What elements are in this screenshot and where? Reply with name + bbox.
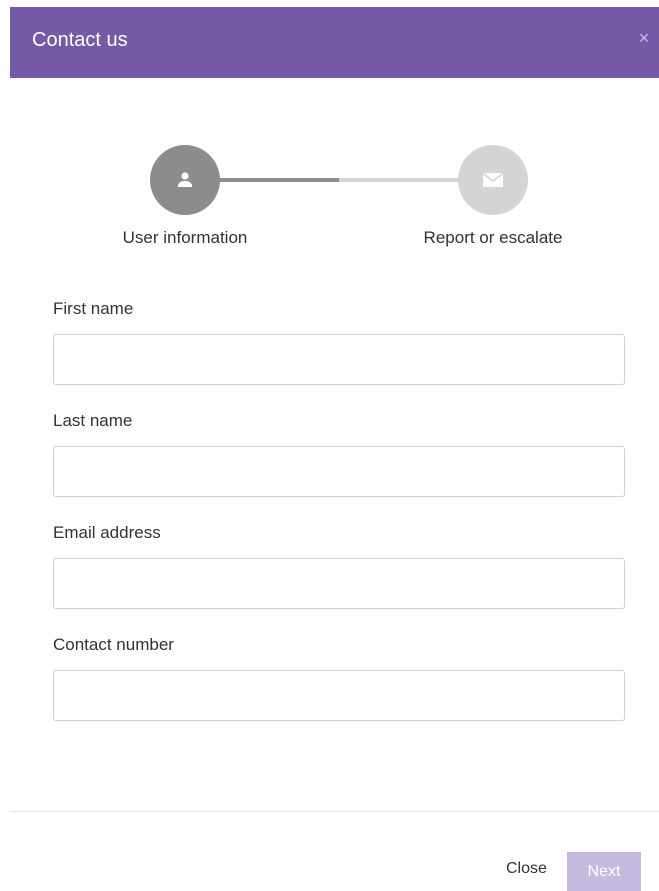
contact-us-dialog: Contact us × User information Report or …	[0, 0, 659, 891]
next-button[interactable]: Next	[567, 852, 641, 891]
dialog-header: Contact us ×	[10, 7, 659, 78]
contact-number-field: Contact number	[53, 634, 625, 746]
step-label-user-information: User information	[122, 228, 248, 247]
close-icon[interactable]: ×	[637, 29, 651, 47]
step-label-report-or-escalate: Report or escalate	[423, 228, 563, 247]
last-name-label: Last name	[53, 411, 133, 430]
first-name-field: First name	[53, 298, 625, 410]
stepper-track-remaining	[339, 178, 460, 182]
footer-divider	[10, 811, 659, 812]
user-information-form: First name Last name Email address Conta…	[53, 298, 625, 746]
envelope-icon	[483, 173, 503, 187]
step-report-or-escalate	[458, 145, 528, 215]
first-name-label: First name	[53, 299, 134, 318]
close-button[interactable]: Close	[506, 860, 547, 878]
email-address-label: Email address	[53, 523, 161, 542]
stepper-track-completed	[216, 178, 339, 182]
step-user-information	[150, 145, 220, 215]
last-name-input[interactable]	[53, 446, 625, 497]
progress-stepper: User information Report or escalate	[0, 145, 659, 255]
email-address-field: Email address	[53, 522, 625, 634]
contact-number-input[interactable]	[53, 670, 625, 721]
first-name-input[interactable]	[53, 334, 625, 385]
email-address-input[interactable]	[53, 558, 625, 609]
last-name-field: Last name	[53, 410, 625, 522]
contact-number-label: Contact number	[53, 635, 174, 654]
user-icon	[177, 172, 193, 187]
dialog-title: Contact us	[32, 29, 128, 51]
